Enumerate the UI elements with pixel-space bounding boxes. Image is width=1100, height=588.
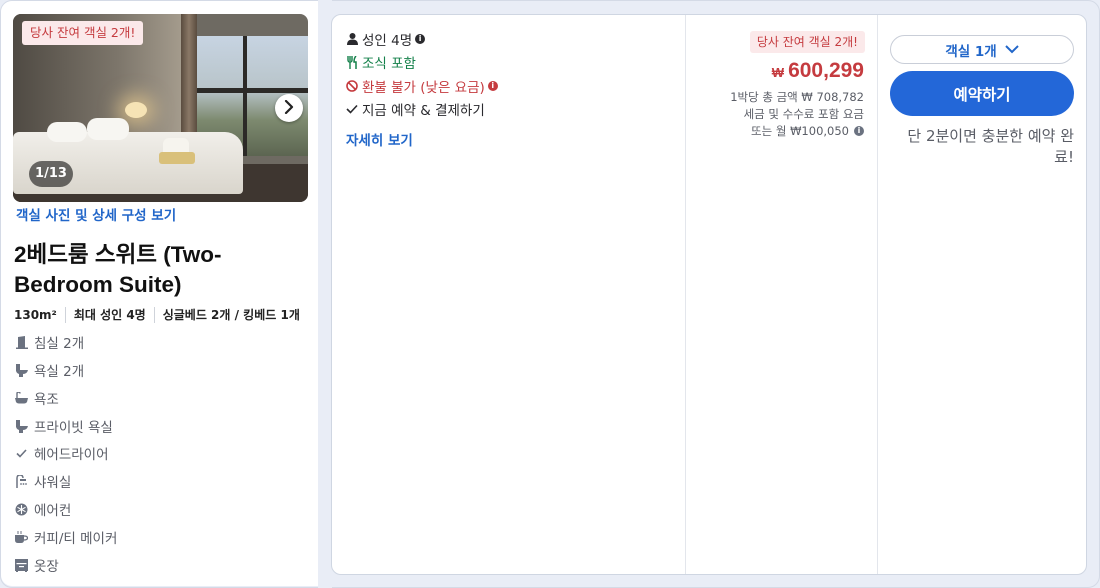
next-photo-button[interactable]	[275, 94, 303, 122]
price-amount: ₩600,299	[771, 59, 864, 82]
amenity-label: 샤워실	[34, 475, 72, 491]
toilet-icon	[15, 419, 28, 433]
amenity-label: 욕조	[34, 392, 59, 408]
info-icon[interactable]: i	[487, 81, 498, 91]
room-facts: 130m² 최대 성인 4명 싱글베드 2개 / 킹베드 1개	[14, 306, 300, 323]
photo-counter: 1/13	[29, 161, 73, 187]
rooms-left-badge: 당사 잔여 객실 2개!	[749, 31, 865, 53]
amenity-item: 에어컨	[15, 499, 255, 519]
amenity-label: 커피/티 메이커	[34, 531, 118, 547]
max-occupancy: 최대 성인 4명	[73, 308, 146, 322]
room-count-select[interactable]: 객실 1개	[890, 35, 1074, 64]
room-photos-link[interactable]: 객실 사진 및 상세 구성 보기	[16, 204, 176, 224]
info-icon[interactable]: i	[854, 126, 864, 136]
amenity-item: 헤어드라이어	[15, 443, 255, 463]
amenity-item: 욕조	[15, 388, 255, 408]
bed-config: 싱글베드 2개 / 킹베드 1개	[162, 308, 300, 322]
room-info-panel: 당사 잔여 객실 2개! 1/13 객실 사진 및 상세 구성 보기 2베드룸 …	[1, 1, 318, 586]
amenity-label: 침실 2개	[34, 336, 85, 352]
refund-policy-line: 환불 불가 (낮은 요금) i	[345, 76, 498, 96]
quick-booking-note: 단 2분이면 충분한 예약 완료!	[907, 127, 1074, 166]
breakfast-line: 조식 포함	[345, 52, 416, 72]
per-night-total: 1박당 총 금액 ₩ 708,782	[730, 90, 864, 104]
snowflake-icon	[15, 503, 28, 516]
check-icon	[345, 102, 359, 116]
chevron-right-icon	[284, 99, 294, 118]
amenity-label: 에어컨	[34, 503, 72, 519]
amenity-item: 침실 2개	[15, 332, 255, 352]
amenity-label: 헤어드라이어	[34, 447, 109, 463]
amenity-item: 욕실 2개	[15, 360, 255, 380]
taxes-fees-note: 세금 및 수수료 포함 요금	[743, 107, 864, 121]
chevron-down-icon	[1004, 45, 1019, 54]
details-link[interactable]: 자세히 보기	[346, 129, 413, 149]
toilet-icon	[15, 363, 28, 377]
door-icon	[15, 335, 28, 349]
amenity-item: 옷장	[15, 555, 255, 575]
pay-now-line: 지금 예약 & 결제하기	[345, 99, 485, 119]
room-size: 130m²	[14, 307, 57, 322]
room-title: 2베드룸 스위트 (Two-Bedroom Suite)	[14, 242, 222, 297]
amenity-item: 샤워실	[15, 471, 255, 491]
fork-knife-icon	[345, 55, 359, 69]
rate-option-card: 성인 4명 i 조식 포함 환불 불가 (낮은 요금) i 지금 예약 & 결제…	[331, 14, 1087, 575]
rooms-left-badge: 당사 잔여 객실 2개!	[22, 21, 144, 45]
info-icon[interactable]: i	[415, 34, 426, 44]
currency-symbol: ₩	[771, 65, 785, 80]
shower-icon	[15, 474, 28, 488]
amenity-label: 옷장	[34, 559, 59, 575]
amenity-label: 욕실 2개	[34, 364, 85, 380]
guests-line: 성인 4명 i	[345, 29, 426, 49]
wardrobe-icon	[15, 558, 28, 572]
bathtub-icon	[15, 392, 28, 405]
amenity-item: 커피/티 메이커	[15, 527, 255, 547]
coffee-icon	[15, 531, 28, 544]
check-icon	[15, 447, 28, 460]
person-icon	[345, 32, 359, 46]
no-entry-icon	[345, 79, 359, 93]
amenity-label: 프라이빗 욕실	[34, 420, 113, 436]
monthly-payment: 또는 월 ₩100,050 i	[751, 123, 864, 139]
book-button[interactable]: 예약하기	[890, 71, 1074, 116]
amenity-item: 프라이빗 욕실	[15, 416, 255, 436]
